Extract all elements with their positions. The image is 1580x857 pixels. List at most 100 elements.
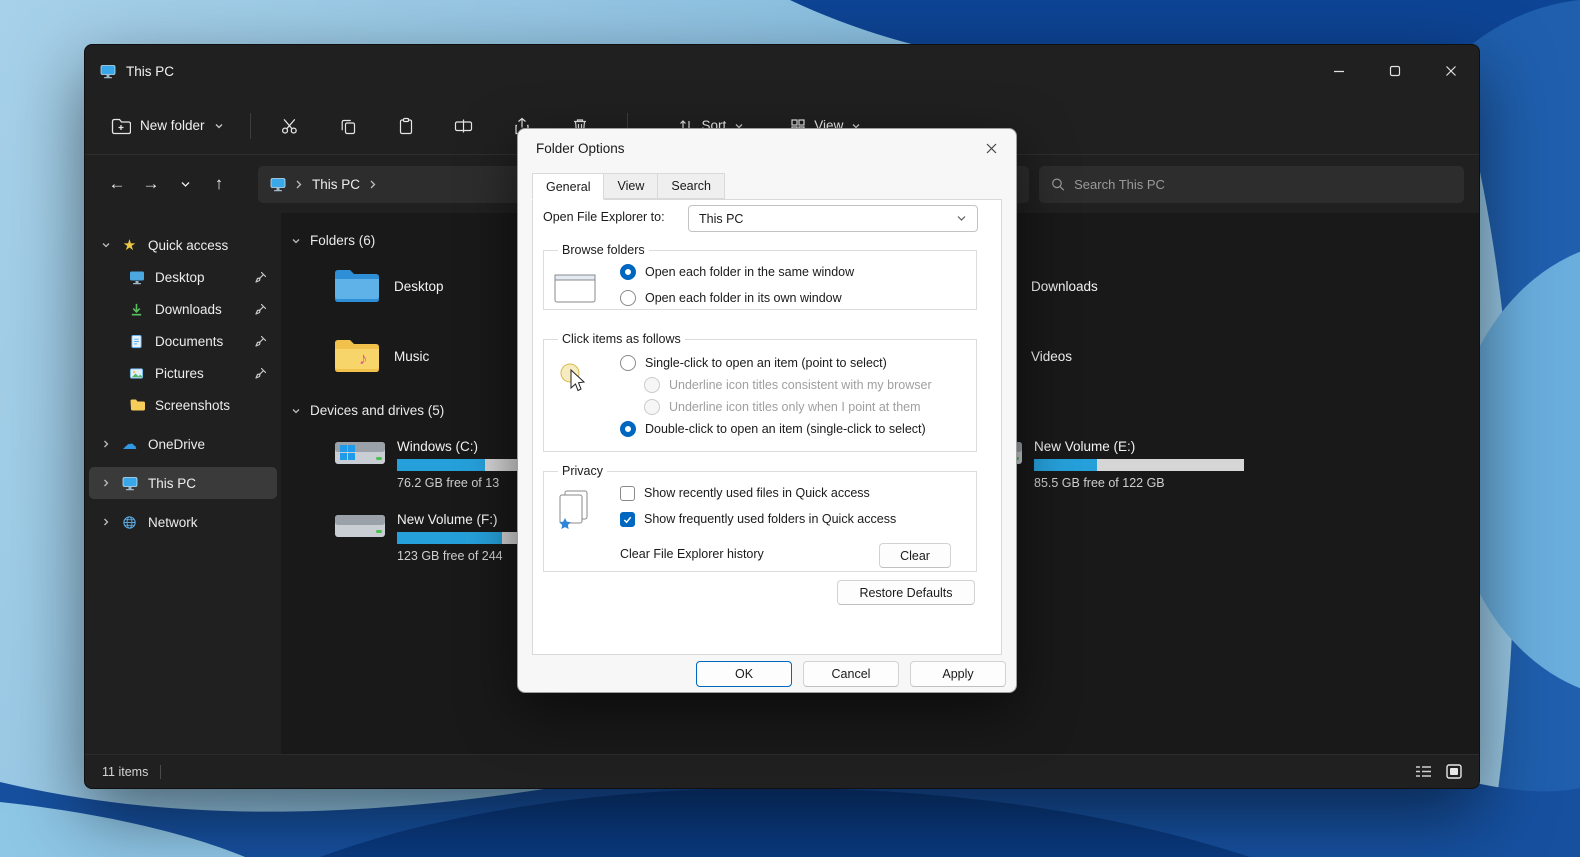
search-input[interactable]: [1074, 176, 1452, 192]
chevron-down-icon: [102, 243, 109, 248]
capacity-bar: [1034, 458, 1244, 471]
radio-own-window[interactable]: Open each folder in its own window: [620, 285, 966, 311]
chevron-down-icon: [181, 181, 189, 187]
maximize-button[interactable]: [1367, 45, 1423, 97]
radio-same-window[interactable]: Open each folder in the same window: [620, 259, 966, 285]
tab-search[interactable]: Search: [657, 173, 725, 199]
recent-locations-button[interactable]: [168, 167, 202, 201]
chevron-right-icon: [103, 518, 108, 526]
quick-access-star-icon: ★: [122, 237, 137, 254]
tab-view[interactable]: View: [603, 173, 659, 199]
chevron-down-icon: [292, 238, 300, 243]
dialog-tabs: General View Search: [532, 173, 725, 200]
radio-on-icon[interactable]: [620, 421, 636, 437]
folder-options-dialog: Folder Options General View Search Open …: [517, 128, 1017, 693]
status-divider: [160, 764, 162, 779]
rename-icon: [454, 119, 473, 132]
restore-defaults-button[interactable]: Restore Defaults: [837, 580, 975, 605]
devices-section-header[interactable]: Devices and drives (5): [291, 403, 444, 418]
sidebar-item-screenshots[interactable]: Screenshots: [89, 389, 277, 421]
breadcrumb[interactable]: This PC: [312, 177, 360, 192]
new-folder-button[interactable]: New folder: [99, 109, 236, 143]
this-pc-icon: [120, 475, 139, 491]
pin-icon: [254, 303, 267, 316]
checkbox-unchecked-icon[interactable]: [620, 485, 635, 501]
system-drive-icon: [333, 431, 387, 497]
close-button[interactable]: [1423, 45, 1479, 97]
window-title: This PC: [126, 63, 175, 79]
apply-button[interactable]: Apply: [910, 661, 1006, 687]
sidebar-item-documents[interactable]: Documents: [89, 325, 277, 357]
checkbox-checked-icon[interactable]: [620, 511, 635, 527]
chevron-right-icon: [370, 180, 376, 188]
pictures-icon: [127, 366, 146, 381]
sidebar-item-downloads[interactable]: Downloads: [89, 293, 277, 325]
cut-button[interactable]: [265, 107, 315, 145]
title-bar: This PC: [85, 45, 1479, 97]
ok-button[interactable]: OK: [696, 661, 792, 687]
radio-underline-browser[interactable]: Underline icon titles consistent with my…: [644, 374, 966, 396]
folder-icon: [127, 397, 146, 413]
new-folder-label: New folder: [140, 118, 205, 133]
browse-folders-icon: [552, 269, 598, 307]
chevron-down-icon: [957, 216, 966, 221]
clear-button[interactable]: Clear: [879, 543, 951, 568]
cancel-button[interactable]: Cancel: [803, 661, 899, 687]
privacy-icon: [552, 488, 594, 532]
large-icons-view-toggle[interactable]: [1446, 764, 1462, 779]
sidebar-item-desktop[interactable]: Desktop: [89, 261, 277, 293]
up-button[interactable]: ↑: [202, 167, 236, 201]
desktop-icon: [127, 269, 146, 285]
privacy-group: Privacy Show recently used files in Quic…: [543, 464, 977, 572]
radio-disabled-icon: [644, 377, 660, 393]
minimize-button[interactable]: [1311, 45, 1367, 97]
close-icon: [986, 143, 996, 153]
radio-on-icon[interactable]: [620, 264, 636, 280]
open-to-dropdown[interactable]: This PC: [688, 205, 978, 232]
search-icon: [1052, 178, 1065, 191]
sidebar-item-this-pc[interactable]: This PC: [89, 467, 277, 499]
forward-arrow-icon: →: [142, 174, 160, 193]
folder-icon: [333, 267, 381, 305]
forward-button[interactable]: →: [134, 167, 168, 201]
cut-icon: [282, 118, 297, 134]
tab-general[interactable]: General: [532, 173, 605, 200]
search-box[interactable]: [1039, 165, 1464, 203]
checkbox-frequent-folders[interactable]: Show frequently used folders in Quick ac…: [620, 506, 966, 532]
dialog-title-bar: Folder Options: [518, 129, 1016, 167]
general-tab-page: Open File Explorer to: This PC Browse fo…: [532, 199, 1002, 655]
this-pc-icon: [100, 63, 116, 79]
drive-icon: [333, 504, 387, 570]
copy-button[interactable]: [323, 107, 373, 145]
sidebar-item-pictures[interactable]: Pictures: [89, 357, 277, 389]
open-to-label: Open File Explorer to:: [543, 210, 665, 224]
radio-double-click[interactable]: Double-click to open an item (single-cli…: [620, 418, 966, 440]
sidebar-item-network[interactable]: Network: [89, 506, 277, 538]
radio-off-icon[interactable]: [620, 290, 636, 306]
details-view-toggle[interactable]: [1415, 764, 1432, 779]
chevron-down-icon: [215, 123, 222, 128]
documents-icon: [127, 334, 146, 349]
up-arrow-icon: ↑: [214, 174, 224, 193]
navigation-pane: ★ Quick access Desktop Downloads Documen…: [85, 213, 281, 754]
music-folder-icon: ♪: [333, 337, 381, 375]
toolbar-divider: [249, 112, 251, 139]
onedrive-cloud-icon: ☁: [122, 436, 137, 453]
sidebar-item-quick-access[interactable]: ★ Quick access: [89, 229, 277, 261]
back-button[interactable]: ←: [100, 167, 134, 201]
sidebar-item-onedrive[interactable]: ☁ OneDrive: [89, 428, 277, 460]
paste-icon: [399, 117, 412, 134]
paste-button[interactable]: [381, 107, 431, 145]
folders-section-header[interactable]: Folders (6): [291, 233, 375, 248]
dialog-close-button[interactable]: [974, 133, 1008, 163]
clear-history-label: Clear File Explorer history: [620, 547, 764, 561]
radio-underline-point[interactable]: Underline icon titles only when I point …: [644, 396, 966, 418]
radio-single-click[interactable]: Single-click to open an item (point to s…: [620, 352, 966, 374]
radio-off-icon[interactable]: [620, 355, 636, 371]
rename-button[interactable]: [439, 107, 489, 145]
checkbox-recent-files[interactable]: Show recently used files in Quick access: [620, 480, 966, 506]
chevron-right-icon: [103, 479, 108, 487]
music-note-icon: ♪: [359, 349, 368, 368]
radio-disabled-icon: [644, 399, 660, 415]
copy-icon: [341, 119, 355, 134]
